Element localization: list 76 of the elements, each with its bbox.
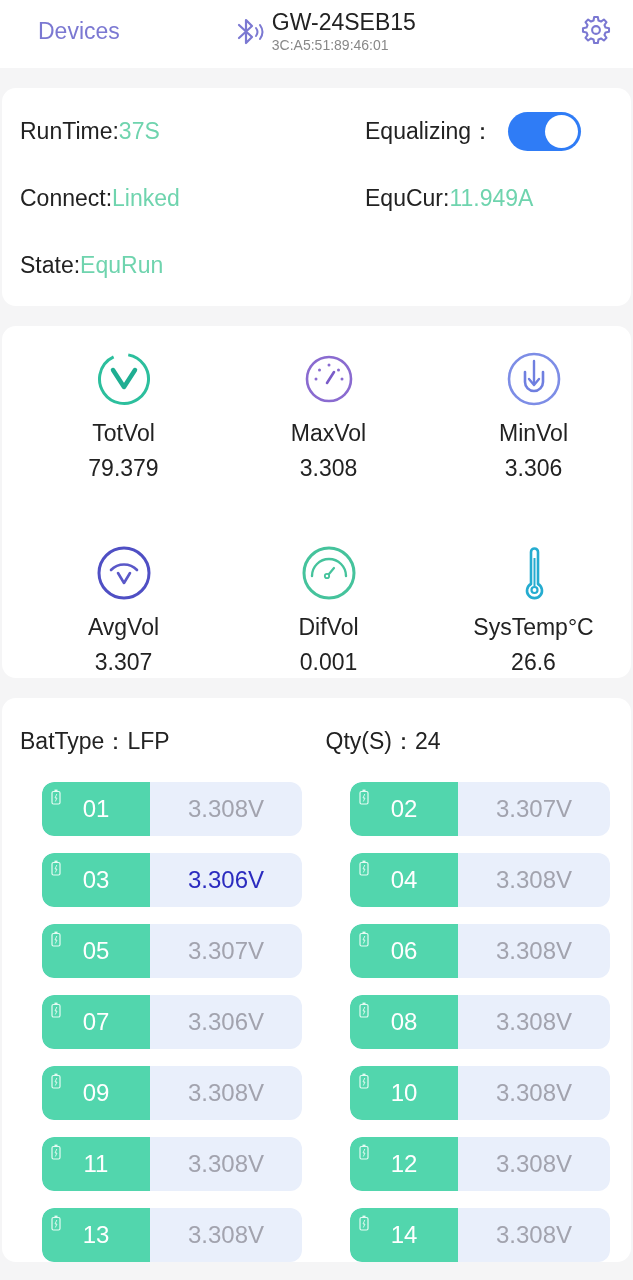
cell-voltage: 3.308V (494, 1149, 574, 1179)
quantity-value: 24 (414, 727, 441, 754)
v-circle-icon (96, 352, 151, 406)
equalizing-label: Equalizing： (365, 116, 495, 146)
stat-value: 26.6 (511, 648, 556, 677)
cell-voltage: 3.308V (186, 1220, 266, 1250)
cell-voltage: 3.308V (494, 865, 574, 895)
cell-number: 01 (82, 795, 110, 823)
v-arc-circle-icon (96, 546, 151, 600)
cell-voltage: 3.307V (186, 936, 266, 966)
battery-type-label: BatType： (20, 727, 128, 754)
cell-voltage: 3.306V (186, 865, 266, 895)
stat-value: 3.306 (504, 454, 563, 483)
battery-icon (51, 860, 61, 876)
cell-number: 07 (82, 1008, 110, 1036)
battery-icon (359, 931, 369, 947)
stat-label: AvgVol (87, 613, 160, 642)
cell-number: 05 (82, 937, 110, 965)
status-value: 11.949A (449, 184, 534, 212)
battery-icon (51, 1215, 61, 1231)
battery-icon (359, 1144, 369, 1160)
cell-voltage: 3.308V (494, 1007, 574, 1037)
cell-number: 06 (390, 937, 418, 965)
stat-value: 79.379 (88, 454, 159, 483)
device-name: GW-24SEB15 (271, 8, 416, 36)
status-value: EquRun (80, 251, 164, 279)
cell-number: 08 (390, 1008, 418, 1036)
cell-number: 12 (390, 1150, 418, 1178)
status-value: 37S (118, 117, 160, 145)
battery-icon (359, 1215, 369, 1231)
stat-value: 3.307 (94, 648, 153, 677)
mac-address: 3C:A5:51:89:46:01 (271, 36, 390, 54)
stat-label: MinVol (498, 419, 568, 448)
battery-icon (51, 1144, 61, 1160)
cell-voltage: 3.308V (494, 936, 574, 966)
cell-voltage: 3.308V (186, 1078, 266, 1108)
battery-icon (51, 1002, 61, 1018)
battery-icon (51, 931, 61, 947)
cell-number: 13 (82, 1221, 110, 1249)
cell-voltage: 3.308V (186, 1149, 266, 1179)
cell-voltage: 3.308V (494, 1220, 574, 1250)
settings-icon[interactable] (580, 14, 612, 46)
status-label: RunTime: (20, 117, 119, 145)
stat-value: 0.001 (299, 648, 358, 677)
cell-number: 03 (82, 866, 110, 894)
gauge-icon (301, 546, 356, 600)
stat-label: MaxVol (290, 419, 367, 448)
battery-icon (359, 860, 369, 876)
cell-voltage: 3.308V (494, 1078, 574, 1108)
cell-number: 10 (390, 1079, 418, 1107)
status-label: Connect: (20, 184, 113, 212)
stat-label: TotVol (92, 419, 155, 448)
quantity-label: Qty(S)： (325, 727, 415, 754)
devices-link[interactable]: Devices (38, 17, 120, 45)
cell-number: 02 (390, 795, 418, 823)
status-label: EquCur: (365, 184, 450, 212)
status-value: Linked (112, 184, 180, 212)
status-label: State: (20, 251, 81, 279)
equalizing-switch[interactable] (508, 111, 582, 151)
cell-voltage: 3.308V (186, 794, 266, 824)
stat-value: 3.308 (299, 454, 358, 483)
down-arrow-circle-icon (506, 352, 561, 406)
cell-number: 09 (82, 1079, 110, 1107)
cell-number: 14 (390, 1221, 418, 1249)
cell-voltage: 3.306V (186, 1007, 266, 1037)
cell-number: 04 (390, 866, 418, 894)
battery-type-value: LFP (127, 727, 170, 754)
stat-label: DifVol (298, 613, 359, 642)
cell-number: 11 (83, 1150, 109, 1178)
battery-icon (359, 789, 369, 805)
stat-label: SysTemp°C (473, 613, 594, 642)
cell-voltage: 3.307V (494, 794, 574, 824)
battery-icon (359, 1002, 369, 1018)
battery-icon (359, 1073, 369, 1089)
battery-icon (51, 789, 61, 805)
battery-icon (51, 1073, 61, 1089)
